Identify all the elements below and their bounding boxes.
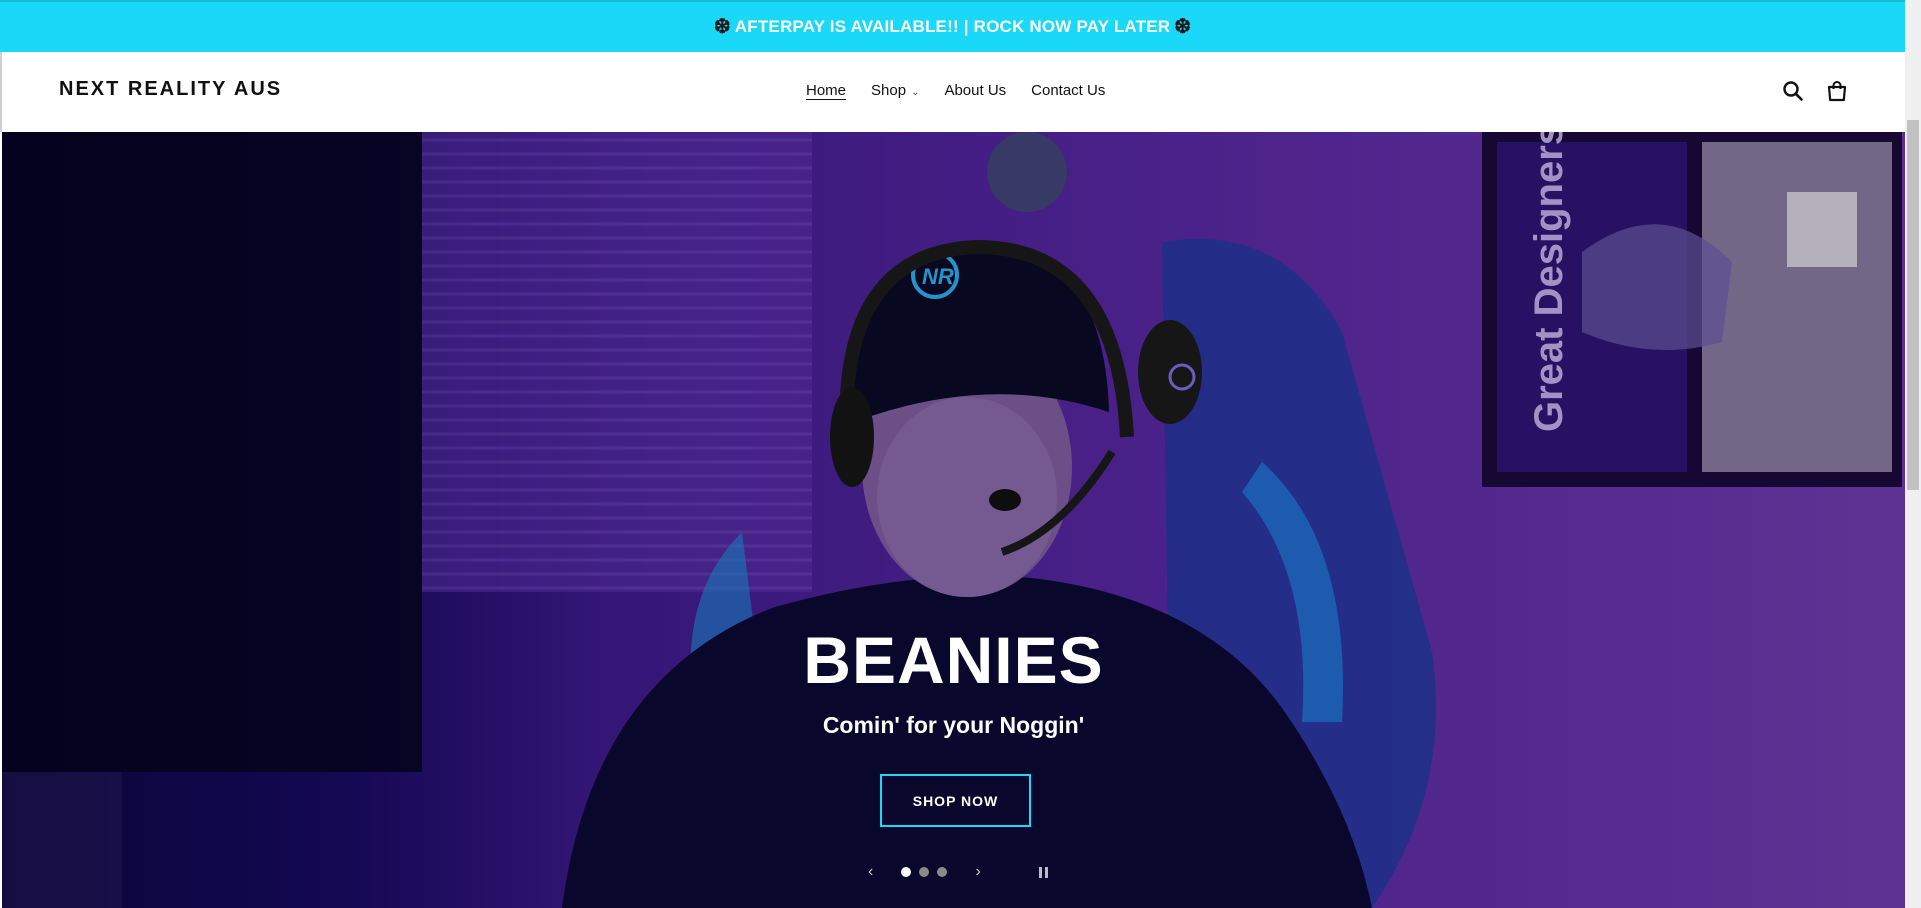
slide-dot[interactable] bbox=[937, 867, 948, 877]
nav-shop-label: Shop bbox=[871, 82, 907, 99]
nav-about[interactable]: About Us bbox=[944, 82, 1006, 99]
scrollbar-thumb[interactable] bbox=[1907, 120, 1919, 490]
site-logo[interactable]: NEXT REALITY AUS bbox=[59, 78, 282, 101]
site-header: NEXT REALITY AUS Home Shop ⌄ About Us Con… bbox=[0, 52, 1905, 132]
slide-dot[interactable] bbox=[919, 867, 930, 877]
nav-shop[interactable]: Shop ⌄ bbox=[871, 82, 919, 99]
nav-contact[interactable]: Contact Us bbox=[1031, 82, 1105, 99]
nav-home[interactable]: Home bbox=[806, 82, 846, 99]
slideshow-controls: ‹ › bbox=[868, 860, 1048, 884]
slide-dot[interactable] bbox=[901, 867, 912, 877]
shop-now-button[interactable]: SHOP NOW bbox=[880, 774, 1031, 827]
header-icons bbox=[1782, 80, 1848, 102]
announcement-bar[interactable]: ❆ AFTERPAY IS AVAILABLE!! | ROCK NOW PAY… bbox=[0, 0, 1905, 52]
scrollbar[interactable] bbox=[1905, 0, 1921, 908]
announcement-text[interactable]: AFTERPAY IS AVAILABLE!! | ROCK NOW PAY L… bbox=[735, 17, 1170, 37]
search-icon[interactable] bbox=[1782, 80, 1804, 102]
chevron-right-icon[interactable]: › bbox=[976, 863, 981, 881]
pause-icon[interactable] bbox=[1038, 866, 1048, 878]
snowflake-icon: ❆ bbox=[1174, 16, 1192, 38]
slide-dots bbox=[901, 867, 948, 877]
snowflake-icon: ❆ bbox=[713, 16, 731, 38]
page: ❆ AFTERPAY IS AVAILABLE!! | ROCK NOW PAY… bbox=[0, 0, 1921, 908]
cart-icon[interactable] bbox=[1826, 80, 1848, 102]
hero-subtitle: Comin' for your Noggin' bbox=[822, 712, 1085, 738]
main-nav: Home Shop ⌄ About Us Contact Us bbox=[806, 82, 1105, 99]
hero-slideshow: Great Designers NR BEANIES Comin' for yo… bbox=[2, 132, 1905, 908]
hero-title: BEANIES bbox=[803, 623, 1104, 697]
chevron-left-icon[interactable]: ‹ bbox=[868, 863, 873, 881]
chevron-down-icon: ⌄ bbox=[911, 87, 920, 98]
